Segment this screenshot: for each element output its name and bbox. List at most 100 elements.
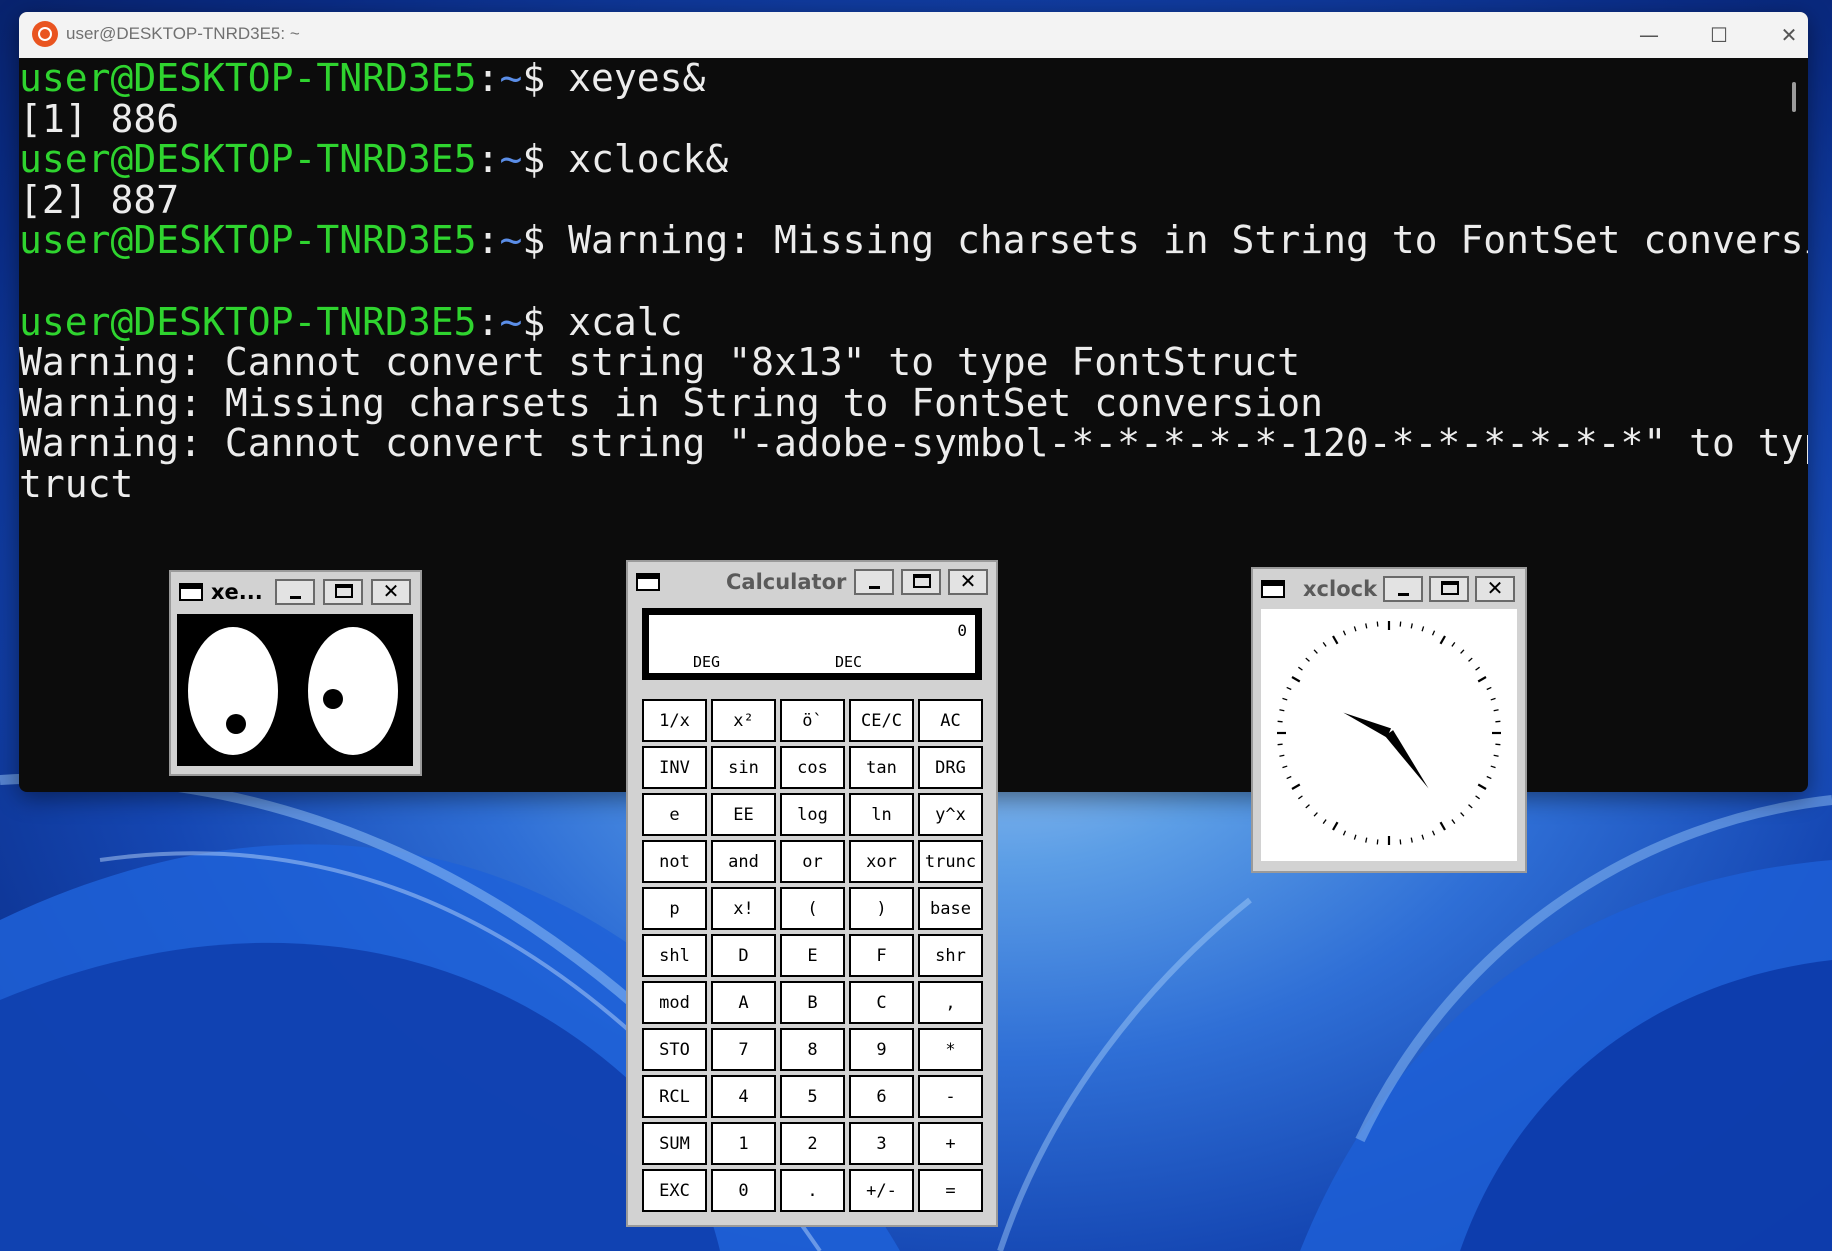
maximize-button[interactable] [1429, 576, 1469, 602]
calc-key[interactable]: SUM [642, 1122, 707, 1165]
minimize-button[interactable] [1383, 576, 1423, 602]
calc-key[interactable]: 1 [711, 1122, 776, 1165]
terminal-titlebar[interactable]: user@DESKTOP-TNRD3E5: ~ — ☐ ✕ [19, 12, 1808, 58]
clock-tick [1475, 795, 1480, 800]
calc-key[interactable]: CE/C [849, 699, 914, 742]
output-text: [1] 886 [19, 96, 180, 141]
calc-key[interactable]: x² [711, 699, 776, 742]
terminal-scrollbar[interactable] [1792, 82, 1796, 112]
clock-tick [1439, 635, 1446, 645]
calc-key[interactable]: 0 [711, 1169, 776, 1212]
maximize-button[interactable] [901, 569, 941, 595]
calc-key[interactable]: = [918, 1169, 983, 1212]
calc-key[interactable]: xor [849, 840, 914, 883]
clock-tick [1298, 795, 1303, 800]
clock-tick [1365, 837, 1368, 843]
maximize-button[interactable]: ☐ [1684, 12, 1754, 58]
calc-key[interactable]: EXC [642, 1169, 707, 1212]
command-text: $ xeyes& [522, 56, 706, 100]
minimize-button[interactable] [854, 569, 894, 595]
prompt-path: ~ [499, 218, 523, 263]
calc-key[interactable]: DRG [918, 746, 983, 789]
calc-key[interactable]: x! [711, 887, 776, 930]
xcalc-titlebar[interactable]: Calculator ✕ [628, 562, 996, 602]
close-button[interactable]: ✕ [371, 579, 411, 605]
calc-key[interactable]: ( [780, 887, 845, 930]
calc-key[interactable]: or [780, 840, 845, 883]
xclock-titlebar[interactable]: xclock ✕ [1253, 569, 1525, 609]
clock-tick [1486, 775, 1492, 780]
calc-key[interactable]: STO [642, 1028, 707, 1071]
calc-key[interactable]: 9 [849, 1028, 914, 1071]
calc-key[interactable]: ln [849, 793, 914, 836]
calc-key[interactable]: tan [849, 746, 914, 789]
calc-key[interactable]: * [918, 1028, 983, 1071]
close-button[interactable]: ✕ [1754, 12, 1808, 58]
clock-tick [1451, 819, 1456, 824]
xclock-title: xclock [1303, 577, 1378, 601]
calc-key[interactable]: ö` [780, 699, 845, 742]
calc-key[interactable]: EE [711, 793, 776, 836]
calc-key[interactable]: e [642, 793, 707, 836]
calc-key[interactable]: - [918, 1075, 983, 1118]
calc-key[interactable]: shl [642, 934, 707, 977]
calc-key[interactable]: 4 [711, 1075, 776, 1118]
clock-tick [1486, 686, 1492, 691]
close-button[interactable]: ✕ [948, 569, 988, 595]
prompt-user: user@DESKTOP-TNRD3E5 [19, 299, 477, 344]
calc-key[interactable]: 6 [849, 1075, 914, 1118]
calc-key[interactable]: y^x [918, 793, 983, 836]
calc-key[interactable]: mod [642, 981, 707, 1024]
calc-key[interactable]: 8 [780, 1028, 845, 1071]
calc-key[interactable]: 3 [849, 1122, 914, 1165]
calc-key[interactable]: and [711, 840, 776, 883]
xeyes-window[interactable]: xe... ✕ [169, 570, 422, 776]
calc-key[interactable]: + [918, 1122, 983, 1165]
calc-key[interactable]: cos [780, 746, 845, 789]
calc-key[interactable]: p [642, 887, 707, 930]
window-menu-icon[interactable] [179, 583, 203, 601]
calc-key[interactable]: base [918, 887, 983, 930]
xeyes-canvas[interactable] [177, 614, 413, 766]
calc-key[interactable]: log [780, 793, 845, 836]
window-menu-icon[interactable] [636, 573, 660, 591]
command-text: $ xcalc [522, 299, 683, 344]
calc-key[interactable]: . [780, 1169, 845, 1212]
minimize-button[interactable]: — [1614, 12, 1684, 58]
calc-key[interactable]: B [780, 981, 845, 1024]
maximize-button[interactable] [323, 579, 363, 605]
calc-key[interactable]: A [711, 981, 776, 1024]
close-button[interactable]: ✕ [1475, 576, 1515, 602]
calc-key[interactable]: F [849, 934, 914, 977]
calc-key[interactable]: 5 [780, 1075, 845, 1118]
window-menu-icon[interactable] [1261, 580, 1285, 598]
xeyes-titlebar[interactable]: xe... ✕ [171, 572, 420, 612]
clock-tick [1495, 720, 1501, 723]
calc-key[interactable]: 2 [780, 1122, 845, 1165]
calc-key[interactable]: trunc [918, 840, 983, 883]
prompt-user: user@DESKTOP-TNRD3E5 [19, 56, 477, 100]
calc-key[interactable]: 1/x [642, 699, 707, 742]
calc-key[interactable]: C [849, 981, 914, 1024]
calc-key[interactable]: +/- [849, 1169, 914, 1212]
clock-tick [1490, 697, 1496, 701]
calc-key[interactable]: E [780, 934, 845, 977]
calc-key[interactable]: sin [711, 746, 776, 789]
terminal-line: Warning: Cannot convert string "8x13" to… [19, 342, 1782, 383]
calculator-keypad: 1/x x² ö` CE/C AC INV sin cos tan DRG e EE log ln y^x n… [642, 699, 987, 1212]
calc-key[interactable]: 7 [711, 1028, 776, 1071]
xclock-window[interactable]: xclock ✕ [1251, 567, 1527, 873]
xcalc-window[interactable]: Calculator ✕ 0 DEG DEC 1/x x² ö` CE/C AC INV s… [626, 560, 998, 1227]
calc-key[interactable]: shr [918, 934, 983, 977]
clock-tick [1291, 783, 1301, 790]
calc-key[interactable]: D [711, 934, 776, 977]
calc-key[interactable]: RCL [642, 1075, 707, 1118]
prompt-path: ~ [499, 56, 523, 100]
clock-tick [1291, 676, 1301, 683]
calc-key[interactable]: not [642, 840, 707, 883]
calc-key[interactable]: AC [918, 699, 983, 742]
calc-key[interactable]: INV [642, 746, 707, 789]
minimize-button[interactable] [275, 579, 315, 605]
calc-key[interactable]: ) [849, 887, 914, 930]
calc-key[interactable]: , [918, 981, 983, 1024]
